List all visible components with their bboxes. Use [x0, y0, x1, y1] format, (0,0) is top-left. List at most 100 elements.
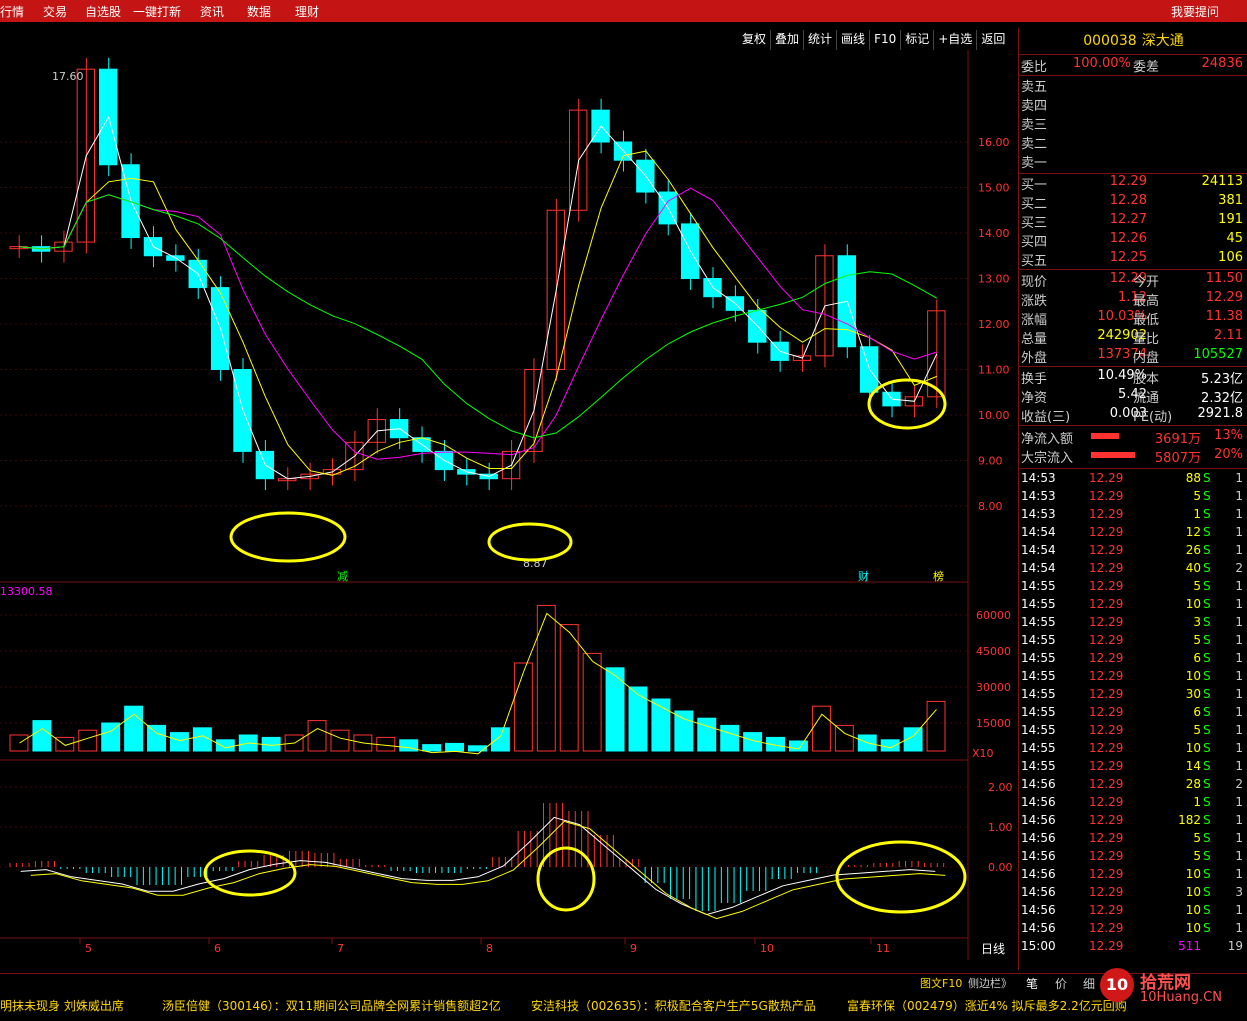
tick-side: S [1203, 525, 1211, 539]
news-item[interactable]: 富春环保（002479）涨近4% 拟斥最多2.2亿元回购 [847, 997, 1127, 1014]
tab-trades[interactable]: 笔 [1026, 975, 1038, 992]
sidebar-toggle[interactable]: 侧边栏》 [968, 975, 1012, 991]
volume-bar [307, 720, 327, 752]
tick-side: S [1203, 633, 1211, 647]
back-button[interactable]: 返回 [976, 30, 1009, 50]
tick-volume: 5 [1193, 489, 1201, 503]
tick-time: 14:55 [1021, 687, 1056, 701]
logo-badge-icon: 10 [1100, 968, 1134, 1002]
marker-list: 榜 [933, 569, 944, 583]
f10-button[interactable]: F10 [869, 30, 900, 50]
mark-button[interactable]: 标记 [900, 30, 933, 50]
tick-volume: 30 [1185, 687, 1201, 701]
flow-value: 5807万 [1154, 451, 1201, 466]
help-button[interactable]: 我要提问 [1171, 3, 1219, 20]
tick-price: 12.29 [1089, 597, 1124, 611]
tick-price: 12.29 [1089, 651, 1124, 665]
tick-count: 1 [1235, 813, 1243, 827]
flow-bar [1091, 433, 1119, 439]
period-label[interactable]: 日线 [981, 942, 1005, 956]
restore-rights-button[interactable]: 复权 [738, 30, 770, 50]
nav-watchlist[interactable]: 自选股 [85, 3, 121, 20]
volume-bar [559, 624, 579, 752]
tick-time: 14:53 [1021, 471, 1056, 485]
sell-label: 卖一 [1021, 156, 1048, 171]
tick-price: 12.29 [1089, 849, 1124, 863]
tick-time: 14:56 [1021, 885, 1056, 899]
overlay-button[interactable]: 叠加 [770, 30, 803, 50]
tick-count: 1 [1235, 597, 1243, 611]
volume-bar [490, 727, 510, 752]
tick-volume: 511 [1178, 939, 1201, 953]
flow-label: 大宗流入 [1021, 451, 1074, 466]
macd-dea-line [30, 820, 946, 920]
stat-value: 11.50 [1205, 271, 1243, 286]
price-tick-label: 11.00 [978, 364, 1010, 377]
tick-side: S [1203, 849, 1211, 863]
tick-volume: 40 [1185, 561, 1201, 575]
tick-time: 14:56 [1021, 921, 1056, 935]
stat-label: PE(动) [1133, 410, 1173, 425]
flow-pct: 20% [1214, 447, 1243, 462]
stat-label: 净资 [1021, 391, 1048, 406]
tick-count: 1 [1235, 867, 1243, 881]
draw-line-button[interactable]: 画线 [836, 30, 869, 50]
weibi-label: 委比 [1021, 60, 1048, 75]
tab-price[interactable]: 价 [1055, 975, 1067, 992]
tick-time: 14:56 [1021, 831, 1056, 845]
tick-time: 14:55 [1021, 741, 1056, 755]
news-item[interactable]: 安洁科技（002635）：积极配合客户生产5G散热产品 [531, 997, 816, 1014]
weibi-value: 100.00% [1073, 56, 1131, 71]
statistics-button[interactable]: 统计 [803, 30, 836, 50]
tick-count: 1 [1235, 525, 1243, 539]
nav-data[interactable]: 数据 [247, 3, 271, 20]
nav-finance[interactable]: 理财 [295, 3, 319, 20]
axis-labels: 16.00 15.00 14.00 13.00 12.00 11.00 10.00 9.00 8… [79, 136, 1013, 955]
logo-sub: 10Huang.CN [1140, 990, 1222, 1005]
tick-time: 14:55 [1021, 705, 1056, 719]
stat-label: 现价 [1021, 275, 1048, 290]
tick-count: 1 [1235, 705, 1243, 719]
buy-price: 12.28 [1109, 193, 1147, 208]
month-label: 11 [876, 942, 890, 955]
flow-pct: 13% [1214, 428, 1243, 443]
tick-side: S [1203, 777, 1211, 791]
tick-volume: 10 [1185, 867, 1201, 881]
tick-volume: 3 [1193, 615, 1201, 629]
volume-bar [582, 652, 602, 752]
tick-price: 12.29 [1089, 543, 1124, 557]
flow-value: 3691万 [1154, 432, 1201, 447]
tick-price: 12.29 [1089, 633, 1124, 647]
separator [1019, 366, 1247, 367]
tick-price: 12.29 [1089, 921, 1124, 935]
add-watchlist-button[interactable]: +自选 [933, 30, 976, 50]
buy-label: 买三 [1021, 216, 1048, 231]
tick-count: 2 [1235, 777, 1243, 791]
month-label: 9 [630, 942, 637, 955]
nav-trade[interactable]: 交易 [43, 3, 67, 20]
kline-chart-area[interactable]: 16.00 15.00 14.00 13.00 12.00 11.00 10.00 9.00 8… [0, 50, 1018, 960]
nav-market[interactable]: 行情 [0, 3, 24, 20]
tick-volume: 5 [1193, 633, 1201, 647]
flow-label: 净流入额 [1021, 432, 1074, 447]
month-label: 6 [214, 942, 221, 955]
stat-label: 内盘 [1133, 351, 1160, 366]
tick-time: 14:54 [1021, 525, 1056, 539]
tick-time: 14:56 [1021, 813, 1056, 827]
news-item[interactable]: 明抹未现身 刘姝威出席 [0, 997, 124, 1014]
moving-average-line [19, 150, 937, 476]
f10-sidebar-label[interactable]: 图文F10 [920, 975, 962, 991]
buy-price: 12.26 [1109, 231, 1147, 246]
stat-label: 最高 [1133, 294, 1160, 309]
news-item[interactable]: 汤臣倍健（300146）：双11期间公司品牌全网累计销售额超2亿 [162, 997, 501, 1014]
weicha-label: 委差 [1133, 60, 1160, 75]
moving-averages [19, 115, 938, 480]
chart-svg[interactable]: 16.00 15.00 14.00 13.00 12.00 11.00 10.00 9.00 8… [0, 50, 1018, 960]
volume-tick-label: 30000 [976, 681, 1011, 694]
tick-time: 14:55 [1021, 723, 1056, 737]
candles-group [9, 57, 946, 491]
tab-detail[interactable]: 细 [1083, 975, 1095, 992]
nav-ipo[interactable]: 一键打新 [133, 3, 181, 20]
stat-label: 涨幅 [1021, 313, 1048, 328]
nav-news[interactable]: 资讯 [200, 3, 224, 20]
